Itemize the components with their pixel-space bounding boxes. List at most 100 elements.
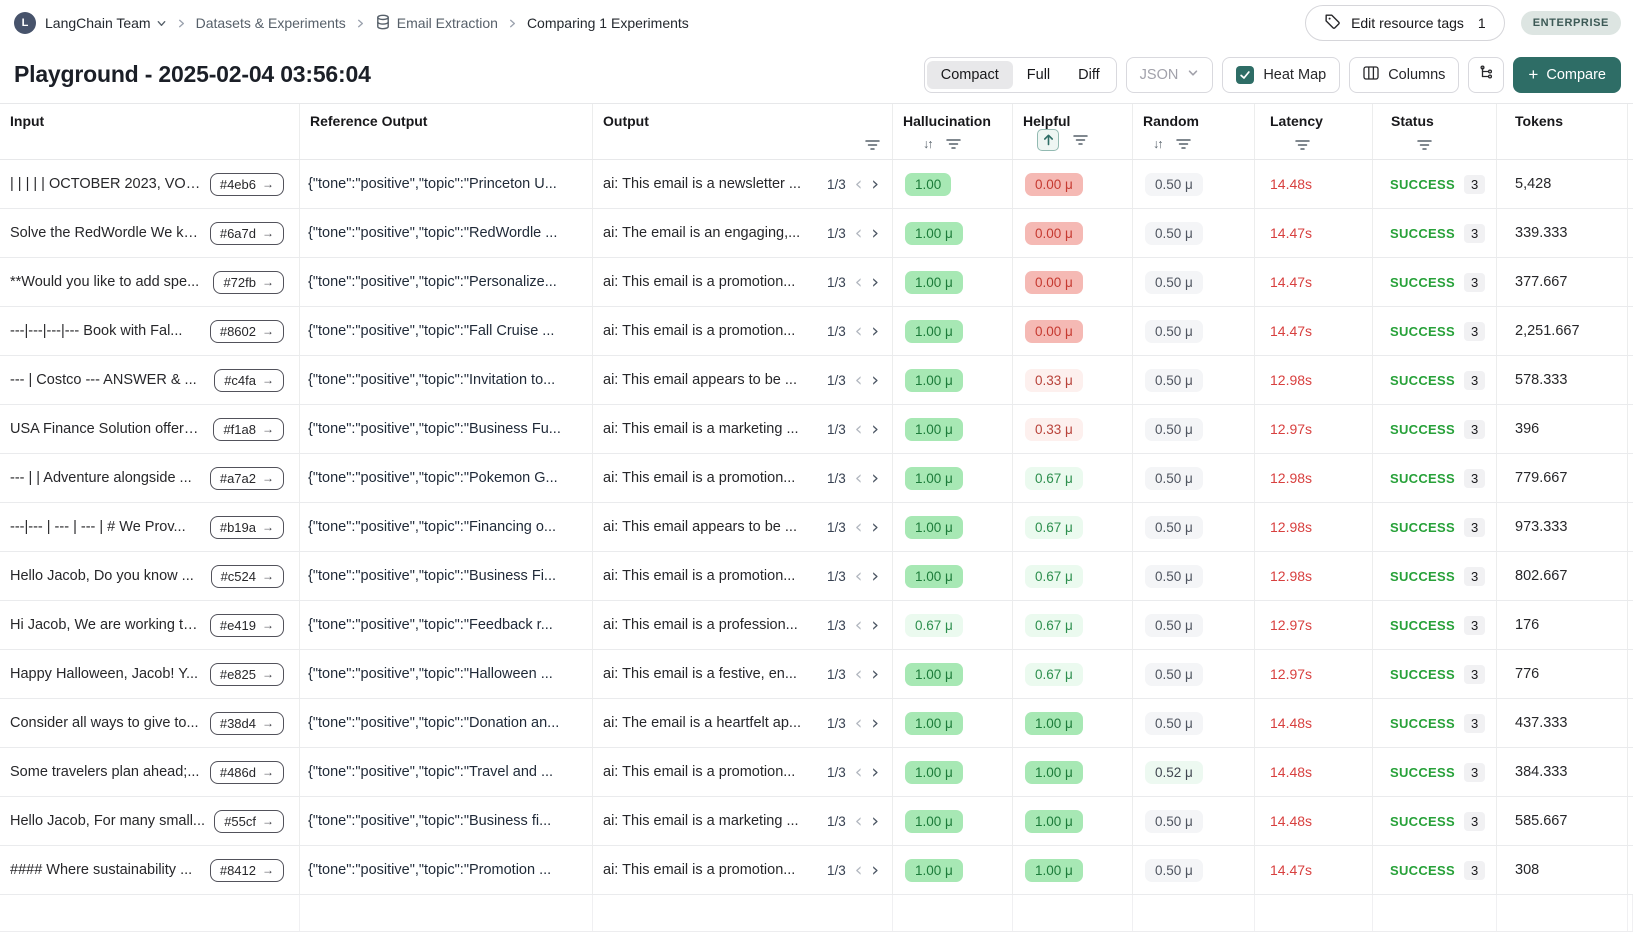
row-reference-output[interactable]: {"tone":"positive","topic":"Invitation t…: [308, 372, 555, 388]
example-id-chip[interactable]: #a7a2 →: [209, 466, 284, 490]
sort-icon[interactable]: ↓↑: [1153, 137, 1163, 151]
pager-next-icon[interactable]: ›: [871, 860, 879, 880]
pager-prev-icon[interactable]: ‹: [855, 370, 863, 390]
pager-next-icon[interactable]: ›: [871, 762, 879, 782]
row-reference-output[interactable]: {"tone":"positive","topic":"Personalize.…: [308, 274, 557, 290]
row-input-text[interactable]: USA Finance Solution offers ...: [10, 421, 205, 437]
example-id-chip[interactable]: #486d →: [209, 760, 284, 784]
filter-icon[interactable]: [1417, 139, 1432, 151]
row-reference-output[interactable]: {"tone":"positive","topic":"Pokemon G...: [308, 470, 558, 486]
hallucination-score-badge[interactable]: 1.00 μ: [905, 515, 963, 539]
hallucination-score-badge[interactable]: 1.00 μ: [905, 417, 963, 441]
row-input-text[interactable]: Hi Jacob, We are working to...: [10, 617, 202, 633]
helpful-score-badge[interactable]: 1.00 μ: [1025, 809, 1083, 833]
compare-button[interactable]: + Compare: [1513, 56, 1621, 93]
row-output-text[interactable]: ai: This email is a promotion...: [603, 862, 818, 878]
pager-prev-icon[interactable]: ‹: [855, 762, 863, 782]
pager-prev-icon[interactable]: ‹: [855, 223, 863, 243]
pager-next-icon[interactable]: ›: [871, 811, 879, 831]
pager-prev-icon[interactable]: ‹: [855, 468, 863, 488]
hallucination-score-badge[interactable]: 1.00 μ: [905, 466, 963, 490]
hallucination-score-badge[interactable]: 1.00 μ: [905, 711, 963, 735]
example-id-chip[interactable]: #e419 →: [209, 613, 284, 637]
random-score-badge[interactable]: 0.52 μ: [1145, 760, 1203, 784]
helpful-score-badge[interactable]: 1.00 μ: [1025, 858, 1083, 882]
row-input-text[interactable]: | | | | | OCTOBER 2023, VOL...: [10, 176, 202, 192]
row-output-text[interactable]: ai: This email is a festive, en...: [603, 666, 818, 682]
random-score-badge[interactable]: 0.50 μ: [1145, 564, 1203, 588]
row-output-text[interactable]: ai: This email is a promotion...: [603, 323, 818, 339]
random-score-badge[interactable]: 0.50 μ: [1145, 515, 1203, 539]
hallucination-score-badge[interactable]: 1.00 μ: [905, 662, 963, 686]
row-reference-output[interactable]: {"tone":"positive","topic":"Travel and .…: [308, 764, 553, 780]
pager-prev-icon[interactable]: ‹: [855, 566, 863, 586]
random-score-badge[interactable]: 0.50 μ: [1145, 270, 1203, 294]
hallucination-score-badge[interactable]: 1.00 μ: [905, 270, 963, 294]
trace-tree-button[interactable]: [1468, 56, 1505, 93]
pager-prev-icon[interactable]: ‹: [855, 321, 863, 341]
view-mode-diff[interactable]: Diff: [1064, 61, 1114, 89]
sort-ascending-button[interactable]: [1037, 129, 1059, 151]
pager-prev-icon[interactable]: ‹: [855, 664, 863, 684]
row-output-text[interactable]: ai: This email appears to be ...: [603, 372, 818, 388]
breadcrumb-datasets[interactable]: Datasets & Experiments: [196, 15, 346, 31]
pager-next-icon[interactable]: ›: [871, 223, 879, 243]
row-reference-output[interactable]: {"tone":"positive","topic":"Promotion ..…: [308, 862, 551, 878]
format-select[interactable]: JSON: [1125, 56, 1214, 93]
helpful-score-badge[interactable]: 1.00 μ: [1025, 711, 1083, 735]
row-reference-output[interactable]: {"tone":"positive","topic":"Financing o.…: [308, 519, 556, 535]
random-score-badge[interactable]: 0.50 μ: [1145, 809, 1203, 833]
example-id-chip[interactable]: #55cf →: [214, 809, 284, 833]
row-input-text[interactable]: Solve the RedWordle We kn...: [10, 225, 202, 241]
pager-next-icon[interactable]: ›: [871, 664, 879, 684]
example-id-chip[interactable]: #e825 →: [209, 662, 284, 686]
row-output-text[interactable]: ai: This email is a marketing ...: [603, 421, 818, 437]
view-mode-compact[interactable]: Compact: [926, 60, 1013, 89]
row-reference-output[interactable]: {"tone":"positive","topic":"Donation an.…: [308, 715, 559, 731]
pager-prev-icon[interactable]: ‹: [855, 713, 863, 733]
hallucination-score-badge[interactable]: 0.67 μ: [905, 613, 963, 637]
example-id-chip[interactable]: #72fb →: [213, 270, 284, 294]
hallucination-score-badge[interactable]: 1.00 μ: [905, 221, 963, 245]
row-output-text[interactable]: ai: This email is a promotion...: [603, 568, 818, 584]
hallucination-score-badge[interactable]: 1.00: [905, 172, 952, 196]
random-score-badge[interactable]: 0.50 μ: [1145, 417, 1203, 441]
columns-button[interactable]: Columns: [1349, 56, 1460, 93]
row-output-text[interactable]: ai: This email is a promotion...: [603, 470, 818, 486]
hallucination-score-badge[interactable]: 1.00 μ: [905, 809, 963, 833]
row-input-text[interactable]: Hello Jacob, For many small...: [10, 813, 206, 829]
row-output-text[interactable]: ai: The email is a heartfelt ap...: [603, 715, 818, 731]
pager-prev-icon[interactable]: ‹: [855, 615, 863, 635]
hallucination-score-badge[interactable]: 1.00 μ: [905, 319, 963, 343]
row-input-text[interactable]: **Would you like to add spe...: [10, 274, 205, 290]
row-reference-output[interactable]: {"tone":"positive","topic":"Halloween ..…: [308, 666, 553, 682]
row-output-text[interactable]: ai: This email is a profession...: [603, 617, 818, 633]
row-reference-output[interactable]: {"tone":"positive","topic":"Business Fu.…: [308, 421, 561, 437]
filter-icon[interactable]: [945, 138, 961, 150]
row-reference-output[interactable]: {"tone":"positive","topic":"Business fi.…: [308, 813, 551, 829]
helpful-score-badge[interactable]: 0.00 μ: [1025, 172, 1083, 196]
row-input-text[interactable]: --- | Costco --- ANSWER & ...: [10, 372, 206, 388]
pager-next-icon[interactable]: ›: [871, 419, 879, 439]
filter-icon[interactable]: [1295, 139, 1310, 151]
row-output-text[interactable]: ai: The email is an engaging,...: [603, 225, 818, 241]
example-id-chip[interactable]: #b19a →: [209, 515, 284, 539]
example-id-chip[interactable]: #c524 →: [210, 564, 284, 588]
helpful-score-badge[interactable]: 1.00 μ: [1025, 760, 1083, 784]
row-output-text[interactable]: ai: This email is a promotion...: [603, 274, 818, 290]
hallucination-score-badge[interactable]: 1.00 μ: [905, 368, 963, 392]
pager-next-icon[interactable]: ›: [871, 272, 879, 292]
pager-prev-icon[interactable]: ‹: [855, 419, 863, 439]
pager-next-icon[interactable]: ›: [871, 615, 879, 635]
org-avatar[interactable]: L: [14, 12, 36, 34]
random-score-badge[interactable]: 0.50 μ: [1145, 662, 1203, 686]
pager-prev-icon[interactable]: ‹: [855, 517, 863, 537]
row-output-text[interactable]: ai: This email appears to be ...: [603, 519, 818, 535]
random-score-badge[interactable]: 0.50 μ: [1145, 466, 1203, 490]
breadcrumb-dataset[interactable]: Email Extraction: [375, 14, 498, 33]
row-reference-output[interactable]: {"tone":"positive","topic":"Business Fi.…: [308, 568, 556, 584]
pager-next-icon[interactable]: ›: [871, 713, 879, 733]
row-input-text[interactable]: Some travelers plan ahead;...: [10, 764, 202, 780]
row-output-text[interactable]: ai: This email is a marketing ...: [603, 813, 818, 829]
helpful-score-badge[interactable]: 0.67 μ: [1025, 515, 1083, 539]
